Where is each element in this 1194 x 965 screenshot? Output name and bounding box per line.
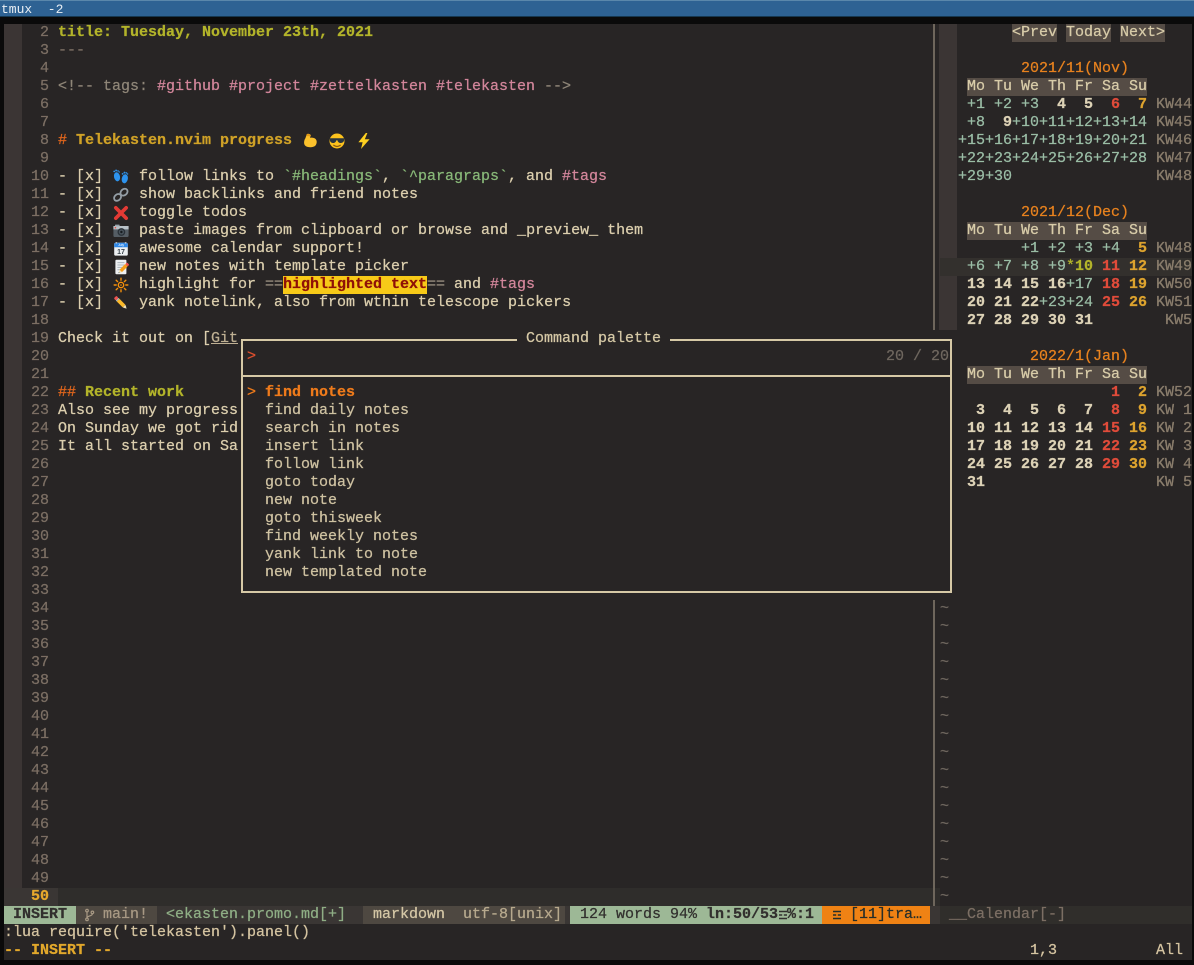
- svg-text:17: 17: [117, 249, 125, 256]
- svg-text:July: July: [118, 243, 124, 247]
